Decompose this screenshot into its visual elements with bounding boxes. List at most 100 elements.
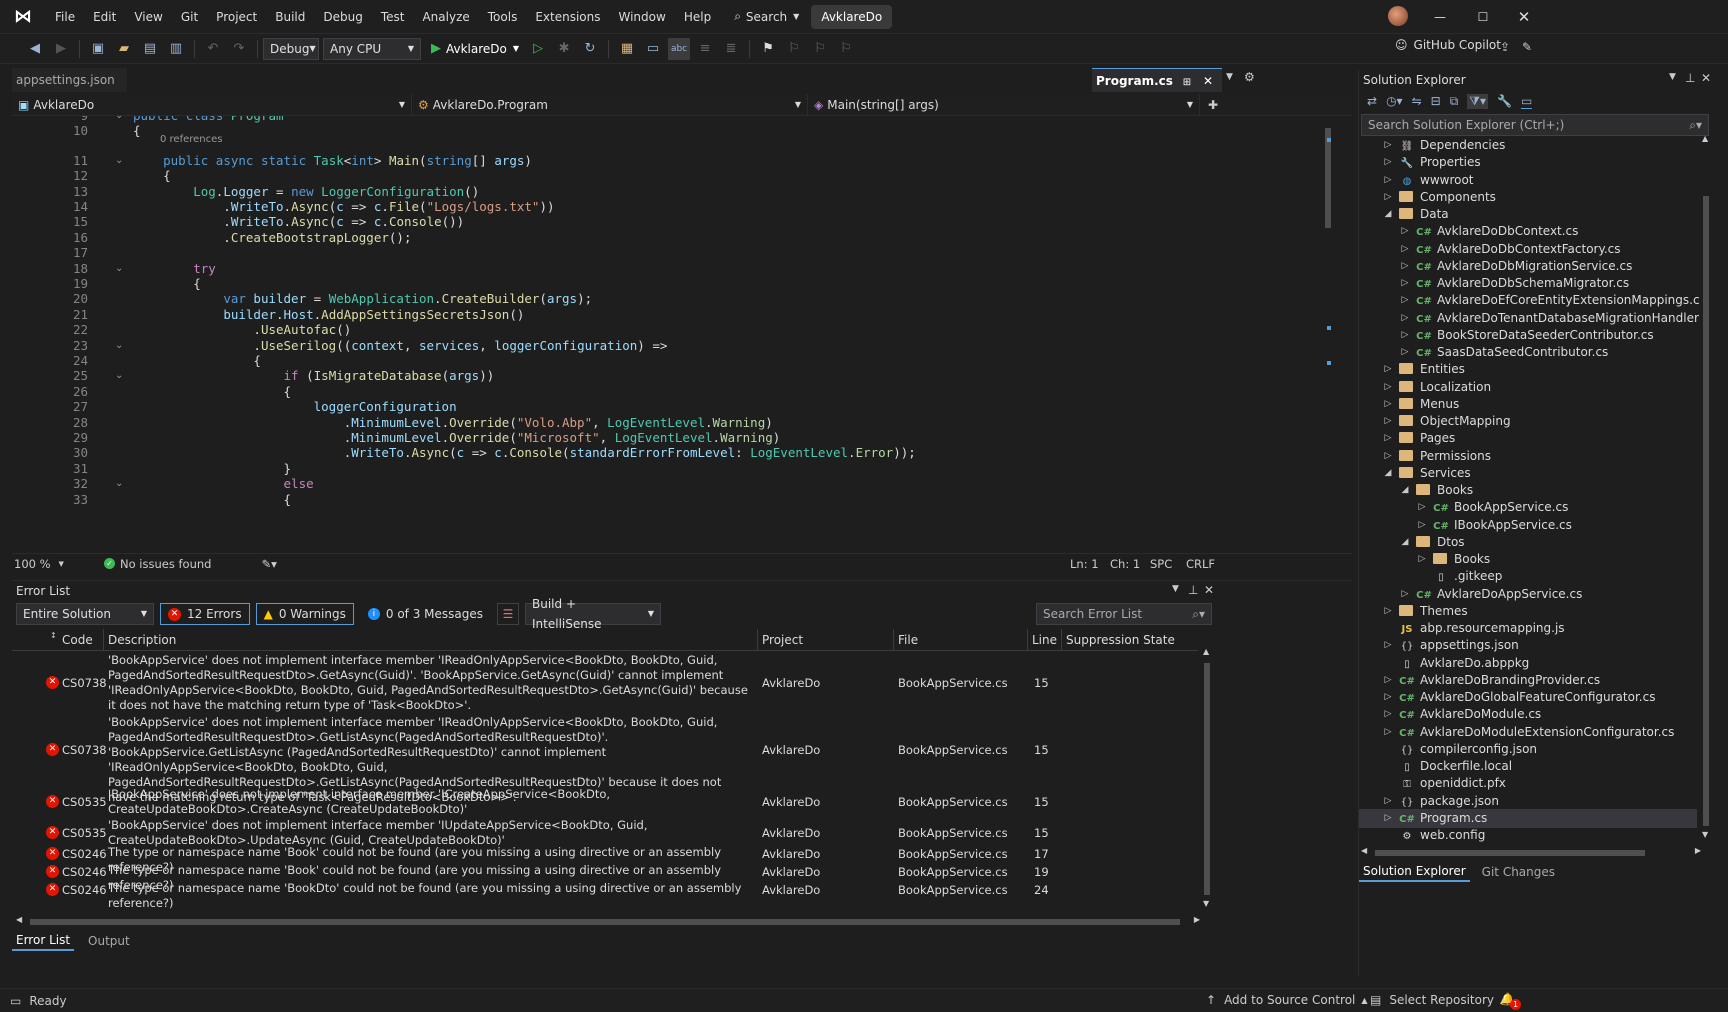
column-suppression-state[interactable]: Suppression State <box>1062 629 1198 651</box>
codelens[interactable]: 0 references <box>160 134 223 145</box>
code-line[interactable]: var builder = WebApplication.CreateBuild… <box>133 291 592 306</box>
account-avatar[interactable] <box>1388 6 1408 26</box>
tree-item[interactable]: ▷ Books <box>1359 550 1697 569</box>
tab-solution-explorer[interactable]: Solution Explorer <box>1359 862 1470 882</box>
tree-item[interactable]: ▷ C# AvklareDoModule.cs <box>1359 705 1697 724</box>
tree-item[interactable]: ▷ Entities <box>1359 360 1697 379</box>
scrollbar-thumb[interactable] <box>1703 196 1709 826</box>
uncomment-icon[interactable]: ≣ <box>720 38 742 60</box>
code-line[interactable]: { <box>133 123 141 138</box>
configuration-dropdown[interactable]: Debug ▼ <box>263 37 319 60</box>
preview-icon[interactable]: ▭ <box>1520 94 1533 109</box>
spellcheck-icon[interactable]: abc <box>668 37 691 60</box>
tree-item[interactable]: ▷ Themes <box>1359 602 1697 621</box>
save-icon[interactable]: ▤ <box>139 38 161 60</box>
tree-item[interactable]: ⚙ web.config <box>1359 826 1697 845</box>
tree-item[interactable]: ▷ Permissions <box>1359 447 1697 466</box>
fold-toggle-icon[interactable]: ⌄ <box>115 478 123 489</box>
history-icon[interactable]: ◷▾ <box>1386 94 1403 108</box>
scroll-right-icon[interactable]: ▶ <box>1194 915 1200 924</box>
close-icon[interactable]: ✕ <box>1204 583 1214 597</box>
column-project[interactable]: Project <box>758 629 894 651</box>
code-line[interactable]: Log.Logger = new LoggerConfiguration() <box>133 184 479 199</box>
tree-item[interactable]: ▷{} appsettings.json <box>1359 636 1697 655</box>
tree-item[interactable]: ▷ C# AvklareDoModuleExtensionConfigurator.… <box>1359 723 1697 742</box>
redo-icon[interactable]: ↷ <box>228 38 250 60</box>
tree-item[interactable]: ▷ C# BookStoreDataSeederContributor.cs <box>1359 326 1697 345</box>
tree-item[interactable]: ▷ C# AvklareDoDbSchemaMigrator.cs <box>1359 274 1697 293</box>
code-line[interactable]: try <box>133 261 216 276</box>
menu-analyze[interactable]: Analyze <box>413 0 478 34</box>
zoom-dropdown[interactable]: 100 % ▼ <box>12 557 68 571</box>
tree-item[interactable]: ▷ C# SaasDataSeedContributor.cs <box>1359 343 1697 362</box>
tab-git-changes[interactable]: Git Changes <box>1482 865 1555 879</box>
code-line[interactable]: .UseSerilog((context, services, loggerCo… <box>133 338 667 353</box>
menu-file[interactable]: File <box>46 0 84 34</box>
close-icon[interactable]: ✕ <box>1203 74 1213 88</box>
error-row[interactable]: ✕ CS0246 The type or namespace name 'Book'… <box>12 863 1332 892</box>
tree-horizontal-scrollbar[interactable]: ◀ ▶ <box>1361 846 1701 858</box>
tree-item[interactable]: ▷ C# IBookAppService.cs <box>1359 516 1697 535</box>
properties-icon[interactable]: 🔧 <box>1497 94 1512 108</box>
tree-item[interactable]: ▷ ⛓ Dependencies <box>1359 136 1697 155</box>
scroll-down-icon[interactable]: ▼ <box>1203 899 1209 908</box>
add-to-source-control-button[interactable]: ↑ Add to Source Control ▲ <box>1206 993 1368 1007</box>
collapsed-arrow-icon[interactable]: ▷ <box>1400 274 1410 293</box>
error-row[interactable]: ✕ CS0246 The type or namespace name 'BookD… <box>12 881 1332 910</box>
filter-icon[interactable]: ☰ <box>497 603 519 625</box>
start-debugging-button[interactable]: ▶ AvklareDo ▼ <box>431 41 519 56</box>
tree-item[interactable]: ▷ Components <box>1359 188 1697 207</box>
expanded-arrow-icon[interactable]: ◢ <box>1383 205 1393 224</box>
collapsed-arrow-icon[interactable]: ▷ <box>1383 671 1393 690</box>
tree-item[interactable]: ▷ C# AvklareDoDbContext.cs <box>1359 222 1697 241</box>
column-code[interactable]: Code <box>58 629 104 651</box>
code-line[interactable]: else <box>133 476 314 491</box>
tree-item[interactable]: ▷ C# AvklareDoAppService.cs <box>1359 585 1697 604</box>
code-line[interactable]: .CreateBootstrapLogger(); <box>133 230 411 245</box>
collapsed-arrow-icon[interactable]: ▷ <box>1417 516 1427 535</box>
tree-item[interactable]: ▷ 🔧 Properties <box>1359 153 1697 172</box>
collapsed-arrow-icon[interactable]: ▷ <box>1400 326 1410 345</box>
fold-toggle-icon[interactable]: ⌄ <box>115 263 123 274</box>
settings-gear-icon[interactable]: ⚙ <box>1244 70 1255 84</box>
scrollbar-thumb[interactable] <box>1325 128 1331 228</box>
menu-edit[interactable]: Edit <box>84 0 125 34</box>
column-file[interactable]: File <box>894 629 1028 651</box>
editor-vertical-scrollbar[interactable] <box>1323 116 1333 506</box>
collapsed-arrow-icon[interactable]: ▷ <box>1383 188 1393 207</box>
collapsed-arrow-icon[interactable]: ▷ <box>1383 602 1393 621</box>
tab-error-list[interactable]: Error List <box>12 931 75 951</box>
menu-tools[interactable]: Tools <box>479 0 527 34</box>
collapsed-arrow-icon[interactable]: ▷ <box>1383 412 1393 431</box>
menu-extensions[interactable]: Extensions <box>526 0 609 34</box>
collapsed-arrow-icon[interactable]: ▷ <box>1383 809 1393 828</box>
code-line[interactable]: public async static Task<int> Main(strin… <box>133 153 532 168</box>
error-row[interactable]: ✕ CS0738 'BookAppService' does not impleme… <box>12 653 1332 713</box>
code-line[interactable]: if (IsMigrateDatabase(args)) <box>133 368 495 383</box>
code-line[interactable]: { <box>133 353 261 368</box>
code-cleanup-icon[interactable]: ✎▾ <box>261 557 276 571</box>
search-error-list-input[interactable]: Search Error List ⌕▾ <box>1036 603 1212 625</box>
switch-views-icon[interactable]: ⇄ <box>1367 94 1377 108</box>
notifications-button[interactable]: 🔔 1 <box>1500 992 1521 1010</box>
fold-toggle-icon[interactable]: ⌄ <box>115 155 123 166</box>
back-icon[interactable]: ◀ <box>24 38 46 60</box>
close-icon[interactable]: ✕ <box>1701 71 1711 85</box>
hot-reload-icon[interactable]: ✱ <box>553 38 575 60</box>
output-window-icon[interactable]: ▭ <box>10 994 21 1008</box>
code-editor[interactable]: 9 ⌄ public class Program 10 {11 ⌄ public asyn… <box>12 116 1337 553</box>
error-row[interactable]: ✕ CS0246 The type or namespace name 'Book'… <box>12 845 1332 874</box>
expanded-arrow-icon[interactable]: ◢ <box>1400 533 1410 552</box>
collapsed-arrow-icon[interactable]: ▷ <box>1383 723 1393 742</box>
tree-item[interactable]: ▷ ◍ wwwroot <box>1359 171 1697 190</box>
open-folder-icon[interactable]: ▰ <box>113 38 135 60</box>
collapsed-arrow-icon[interactable]: ▷ <box>1400 343 1410 362</box>
collapse-all-icon[interactable]: ⊟ <box>1431 94 1441 108</box>
collapsed-arrow-icon[interactable]: ▷ <box>1400 585 1410 604</box>
code-line[interactable]: builder.Host.AddAppSettingsSecretsJson() <box>133 307 524 322</box>
type-dropdown[interactable]: ⚙ AvklareDo.Program ▼ <box>412 93 808 116</box>
tab-overflow-icon[interactable]: ▼ <box>1226 72 1233 82</box>
filter-icon[interactable]: ⧩▾ <box>1467 93 1488 109</box>
tree-item[interactable]: ▯ AvklareDo.abppkg <box>1359 654 1697 673</box>
menu-debug[interactable]: Debug <box>314 0 371 34</box>
